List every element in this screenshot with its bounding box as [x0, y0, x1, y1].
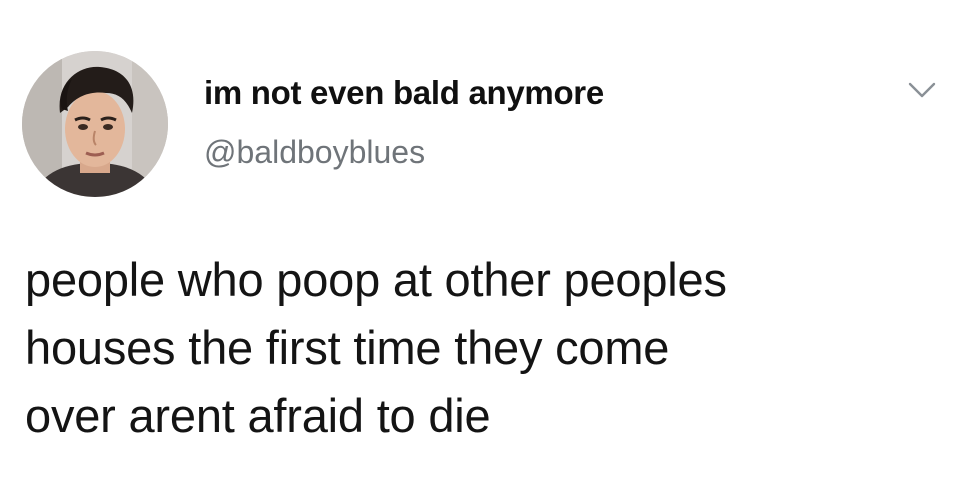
- tweet-text: people who poop at other peoples houses …: [25, 246, 950, 450]
- tweet-text-line: houses the first time they come: [25, 321, 670, 374]
- tweet-card: im not even bald anymore @baldboyblues p…: [0, 0, 960, 478]
- tweet-text-line: over arent afraid to die: [25, 389, 491, 442]
- tweet-text-line: people who poop at other peoples: [25, 253, 727, 306]
- author-handle[interactable]: @baldboyblues: [204, 136, 425, 168]
- avatar[interactable]: [22, 51, 168, 197]
- chevron-down-icon[interactable]: [906, 78, 938, 102]
- author-display-name[interactable]: im not even bald anymore: [204, 76, 604, 109]
